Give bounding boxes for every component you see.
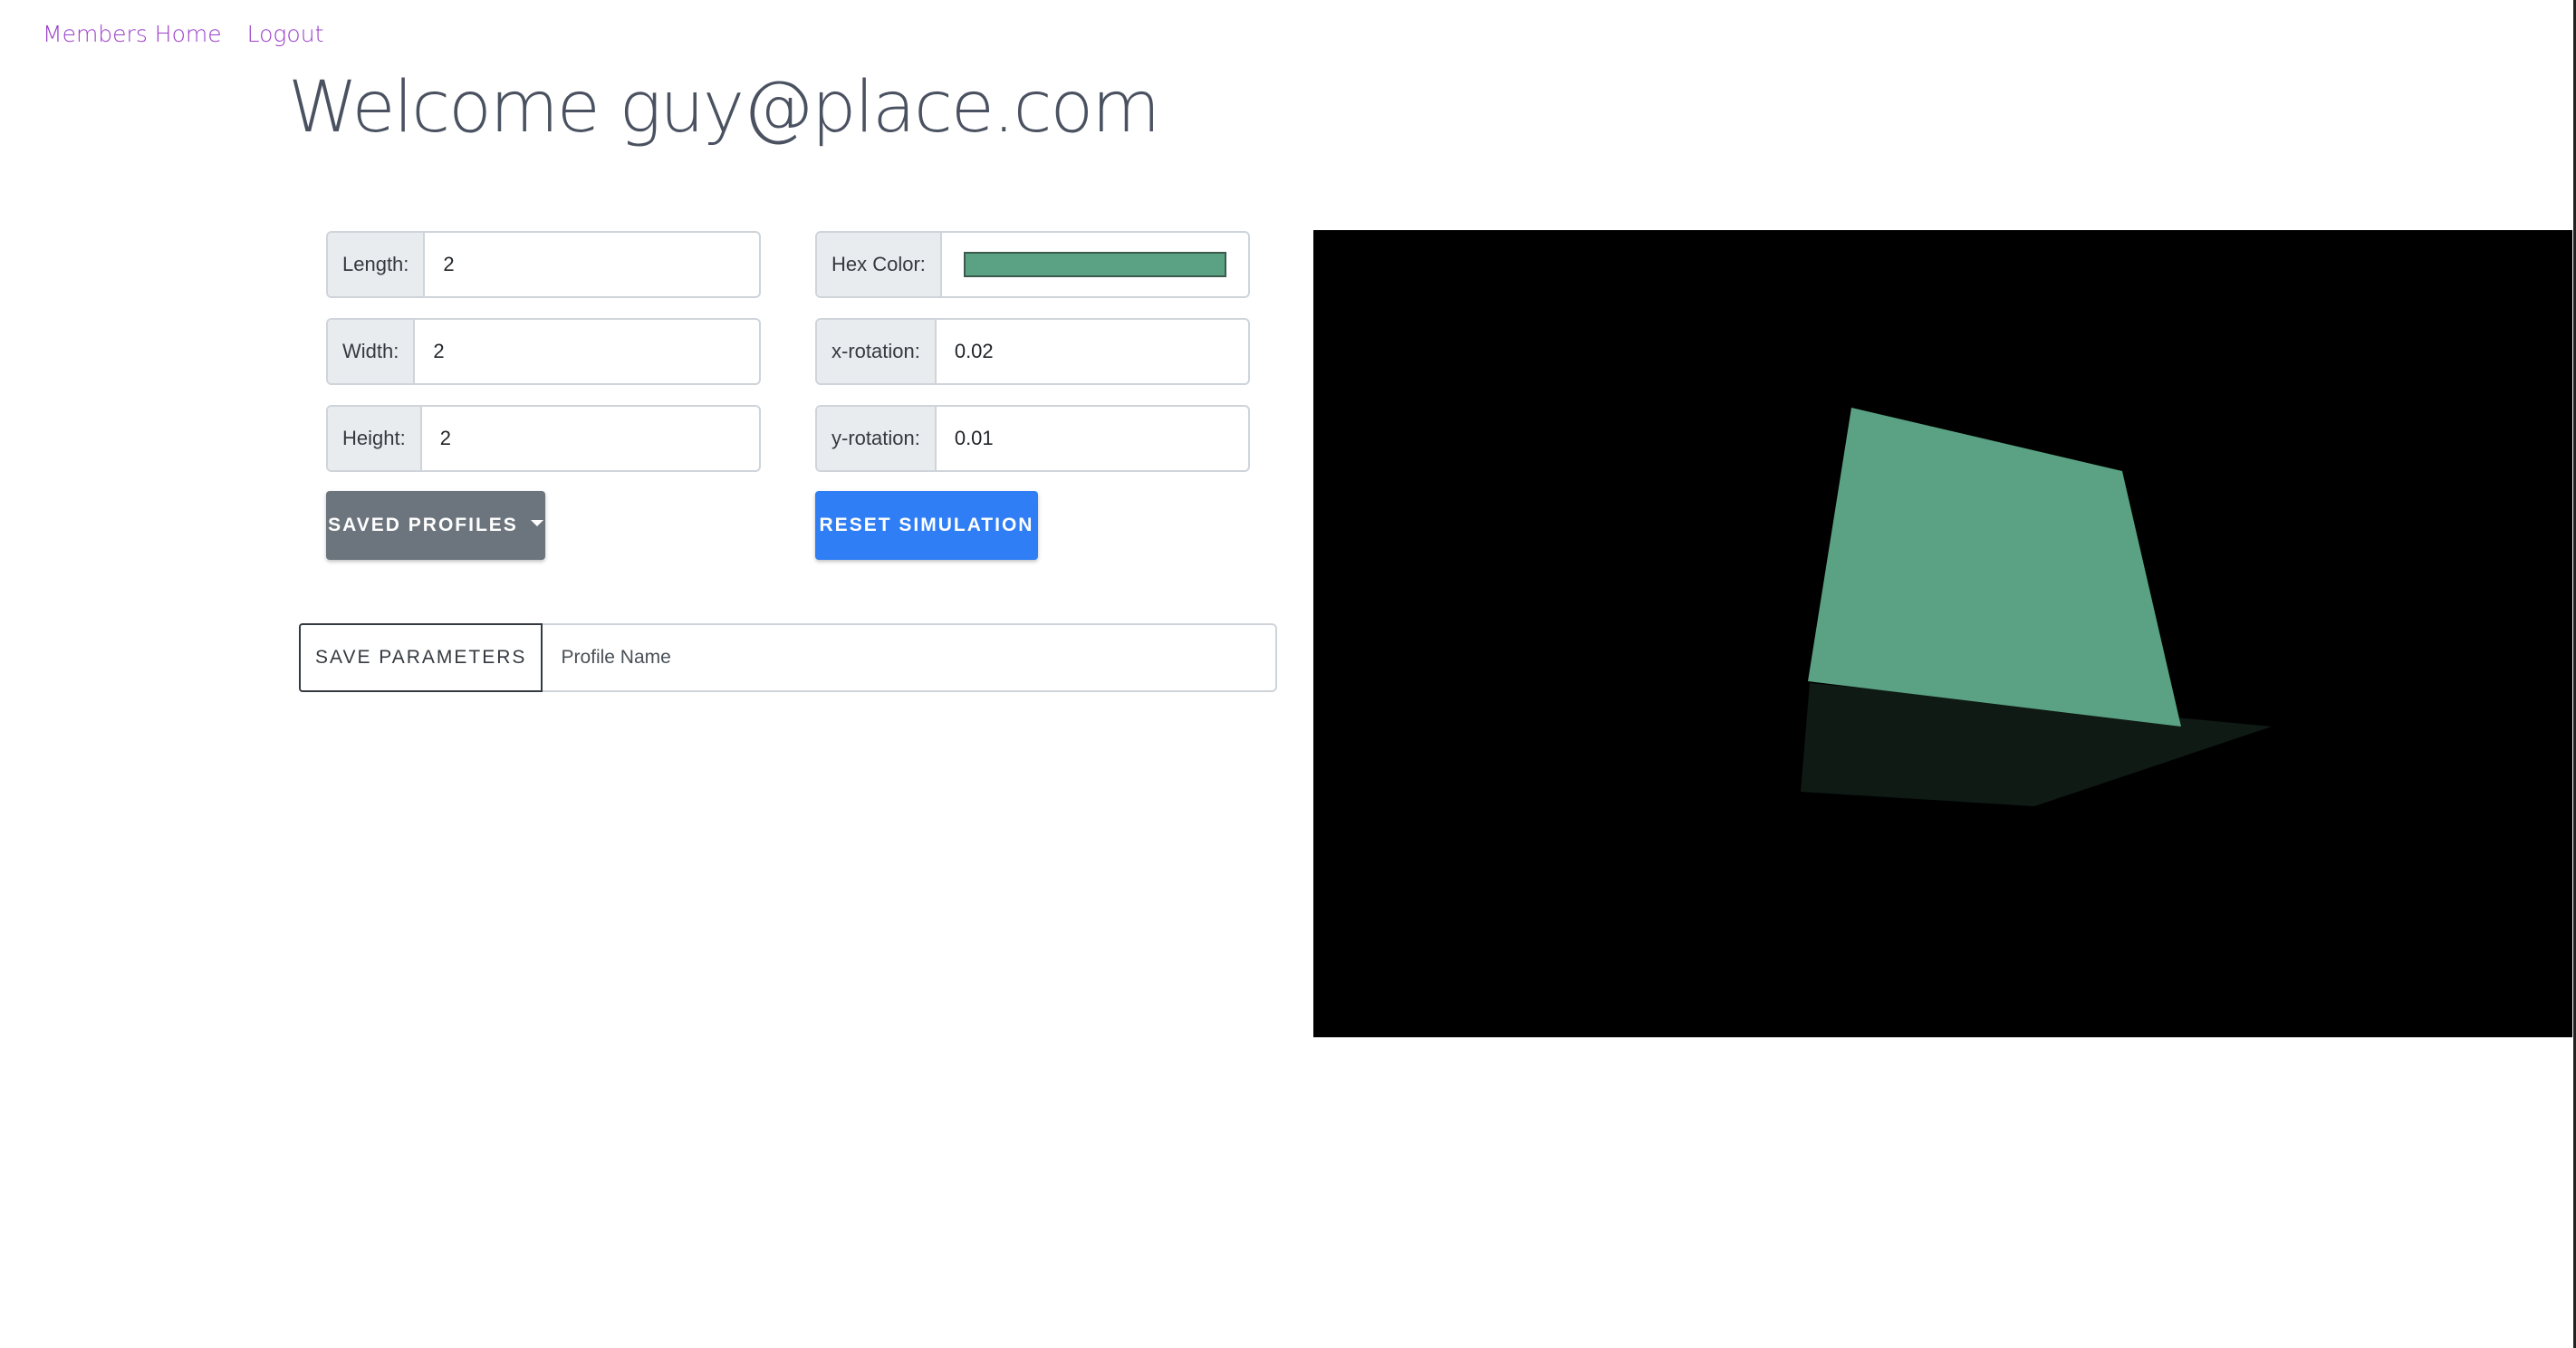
saved-profiles-dropdown-button[interactable]: SAVED PROFILES [326,491,545,560]
x-rotation-label: x-rotation: [817,320,937,383]
length-field: Length: [326,231,761,298]
save-parameters-group: SAVE PARAMETERS [299,623,1277,692]
y-rotation-label: y-rotation: [817,407,937,470]
hex-color-picker[interactable] [942,233,1248,296]
y-rotation-input[interactable] [936,407,1248,470]
saved-profiles-label: SAVED PROFILES [328,515,518,535]
reset-simulation-button[interactable]: RESET SIMULATION [815,491,1038,560]
members-home-link[interactable]: Members Home [43,16,222,53]
cube-render [1801,408,2272,806]
height-input[interactable] [421,407,759,470]
x-rotation-field: x-rotation: [815,318,1250,385]
caret-down-icon [530,519,543,526]
y-rotation-field: y-rotation: [815,405,1250,472]
length-label: Length: [328,233,426,296]
height-field: Height: [326,405,761,472]
profile-name-input[interactable] [543,623,1277,692]
length-input[interactable] [425,233,759,296]
simulation-canvas[interactable] [1313,230,2572,1037]
color-swatch [963,252,1226,277]
width-label: Width: [328,320,416,383]
logout-link[interactable]: Logout [247,16,324,53]
cube-front-face [1808,408,2181,727]
hex-color-label: Hex Color: [817,233,942,296]
page-title: Welcome guy@place.com [288,67,1160,149]
top-nav: Members Home Logout [43,16,323,53]
width-input[interactable] [415,320,759,383]
height-label: Height: [328,407,422,470]
hex-color-field: Hex Color: [815,231,1250,298]
x-rotation-input[interactable] [936,320,1248,383]
save-parameters-button[interactable]: SAVE PARAMETERS [299,623,543,692]
width-field: Width: [326,318,761,385]
